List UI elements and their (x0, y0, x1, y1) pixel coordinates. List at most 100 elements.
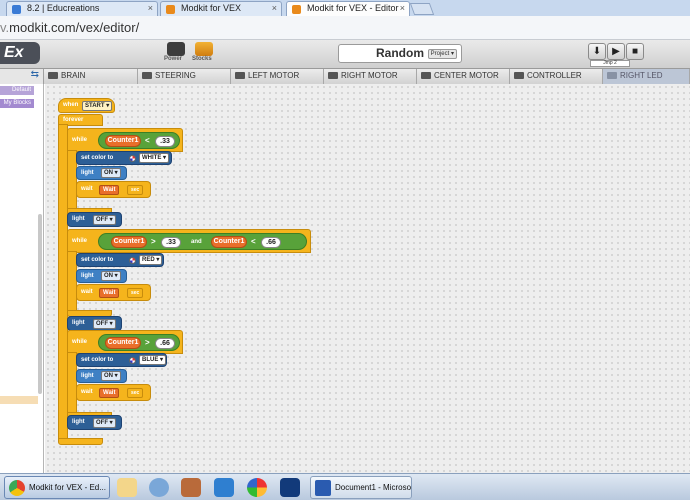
counter-variable[interactable]: Counter1 (211, 236, 247, 248)
light-off-block[interactable]: light OFF ▾ (67, 316, 122, 331)
number-value[interactable]: .66 (261, 237, 281, 248)
stop-button[interactable]: ■ (626, 43, 644, 60)
url-text: v.modkit.com/vex/editor/ (0, 20, 140, 35)
browser-tab-bar: 8.2 | Educreations × Modkit for VEX × Mo… (0, 0, 690, 16)
chrome-icon (9, 480, 25, 496)
wait-block[interactable]: wait Wait sec (76, 284, 151, 301)
taskbar-item-word[interactable]: Document1 - Microsof... (310, 476, 412, 499)
light-on-dropdown[interactable]: ON ▾ (101, 371, 121, 381)
light-block[interactable]: light ON ▾ (76, 269, 127, 283)
compare-condition[interactable]: Counter1 > .66 (98, 334, 180, 351)
tab-steering[interactable]: STEERING (138, 69, 231, 84)
download-button[interactable]: ⬇ (588, 43, 606, 60)
avatar-app-icon[interactable] (117, 478, 137, 497)
number-value[interactable]: .33 (155, 136, 175, 147)
wait-block[interactable]: wait Wait sec (76, 181, 151, 198)
bluetooth-icon[interactable] (280, 478, 300, 497)
steering-icon (142, 72, 152, 79)
light-on-dropdown[interactable]: ON ▾ (101, 271, 121, 281)
browser-tab-modkit-editor[interactable]: Modkit for VEX - Editor × (286, 1, 410, 16)
light-off-dropdown[interactable]: OFF ▾ (93, 319, 116, 329)
taskbar-item-chrome[interactable]: Modkit for VEX - Ed... (4, 476, 110, 499)
browser-tab-modkit[interactable]: Modkit for VEX × (160, 1, 282, 16)
project-menu-button[interactable]: Project ▾ (427, 49, 457, 59)
tab-left-motor[interactable]: LEFT MOTOR (231, 69, 324, 84)
block-palette: Default My Blocks (0, 84, 44, 473)
set-color-block[interactable]: set color to WHITE ▾ (76, 151, 172, 165)
counter-variable[interactable]: Counter1 (111, 236, 147, 248)
start-dropdown[interactable]: START ▾ (82, 101, 113, 111)
light-block[interactable]: light ON ▾ (76, 369, 127, 383)
motor-icon (328, 72, 338, 79)
power-button[interactable]: Power (164, 42, 188, 62)
tab-center-motor[interactable]: CENTER MOTOR (417, 69, 510, 84)
balloon-app-icon[interactable] (247, 478, 267, 497)
tab-label: CONTROLLER (527, 71, 582, 80)
browser-tab-educreations[interactable]: 8.2 | Educreations × (6, 1, 158, 16)
set-color-block[interactable]: set color to RED ▾ (76, 253, 164, 267)
tab-brain[interactable]: BRAIN (44, 69, 138, 84)
color-wheel-icon (129, 357, 136, 364)
color-dropdown[interactable]: RED ▾ (139, 255, 163, 265)
while-block[interactable]: while Counter1 < .33 (67, 128, 183, 152)
address-bar[interactable]: v.modkit.com/vex/editor/ (0, 16, 690, 40)
tab-controller[interactable]: CONTROLLER (510, 69, 603, 84)
color-dropdown[interactable]: WHITE ▾ (139, 153, 170, 163)
set-color-label: set color to (81, 155, 114, 161)
run-button[interactable]: ▶ (607, 43, 625, 60)
swap-panel-button[interactable]: ⇆ (0, 69, 44, 84)
tab-right-led[interactable]: RIGHT LED (603, 69, 690, 84)
wait-variable[interactable]: Wait (99, 185, 120, 195)
wait-variable[interactable]: Wait (99, 388, 120, 398)
set-color-label: set color to (81, 357, 114, 363)
new-tab-button[interactable] (409, 3, 435, 15)
network-app-icon[interactable] (149, 478, 169, 497)
while-block[interactable]: while Counter1 > .33 and Counter1 < .66 (67, 229, 311, 253)
color-wheel-icon (129, 257, 136, 264)
project-title[interactable]: Random Project ▾ (338, 44, 462, 63)
light-off-block[interactable]: light OFF ▾ (67, 415, 122, 430)
word-icon (315, 480, 331, 496)
while-block[interactable]: while Counter1 > .66 (67, 330, 183, 354)
tab-label: Modkit for VEX (181, 3, 242, 13)
less-than-operator: < (251, 237, 256, 246)
close-tab-icon[interactable]: × (148, 2, 153, 15)
light-on-dropdown[interactable]: ON ▾ (101, 168, 121, 178)
while-label: while (72, 137, 88, 143)
wait-block[interactable]: wait Wait sec (76, 384, 151, 401)
light-off-dropdown[interactable]: OFF ▾ (93, 418, 116, 428)
set-color-block[interactable]: set color to BLUE ▾ (76, 353, 167, 367)
tab-right-motor[interactable]: RIGHT MOTOR (324, 69, 417, 84)
and-condition[interactable]: Counter1 > .33 and Counter1 < .66 (98, 233, 307, 250)
wait-label: wait (81, 389, 93, 395)
tab-label: CENTER MOTOR (434, 71, 499, 80)
palette-item-default[interactable]: Default (0, 86, 34, 95)
when-label: when (63, 102, 79, 108)
modkit-favicon-icon (292, 5, 301, 14)
code-workspace[interactable]: when START ▾ forever while Counter1 < .3… (45, 84, 690, 473)
stocks-button[interactable]: Stocks (192, 42, 216, 62)
close-tab-icon[interactable]: × (272, 2, 277, 15)
counter-variable[interactable]: Counter1 (105, 337, 141, 349)
wait-variable[interactable]: Wait (99, 288, 120, 298)
when-start-block[interactable]: when START ▾ (58, 98, 115, 113)
counter-variable[interactable]: Counter1 (105, 135, 141, 147)
palette-scrollbar[interactable] (38, 214, 42, 394)
close-tab-icon[interactable]: × (400, 2, 405, 15)
light-block[interactable]: light ON ▾ (76, 166, 127, 180)
number-value[interactable]: .66 (155, 338, 175, 349)
jumper-select[interactable]: Jmp 2 (590, 60, 630, 67)
stamp-app-icon[interactable] (181, 478, 201, 497)
tab-label: Modkit for VEX - Editor (307, 3, 399, 13)
modkit-favicon-icon (166, 5, 175, 14)
number-value[interactable]: .33 (161, 237, 181, 248)
tab-label: LEFT MOTOR (248, 71, 300, 80)
light-off-block[interactable]: light OFF ▾ (67, 212, 122, 227)
forever-label: forever (63, 117, 84, 123)
compare-condition[interactable]: Counter1 < .33 (98, 132, 180, 149)
notes-app-icon[interactable] (214, 478, 234, 497)
color-dropdown[interactable]: BLUE ▾ (139, 355, 167, 365)
palette-item-my-blocks[interactable]: My Blocks (0, 99, 34, 108)
light-off-dropdown[interactable]: OFF ▾ (93, 215, 116, 225)
tab-label: 8.2 | Educreations (27, 3, 100, 13)
